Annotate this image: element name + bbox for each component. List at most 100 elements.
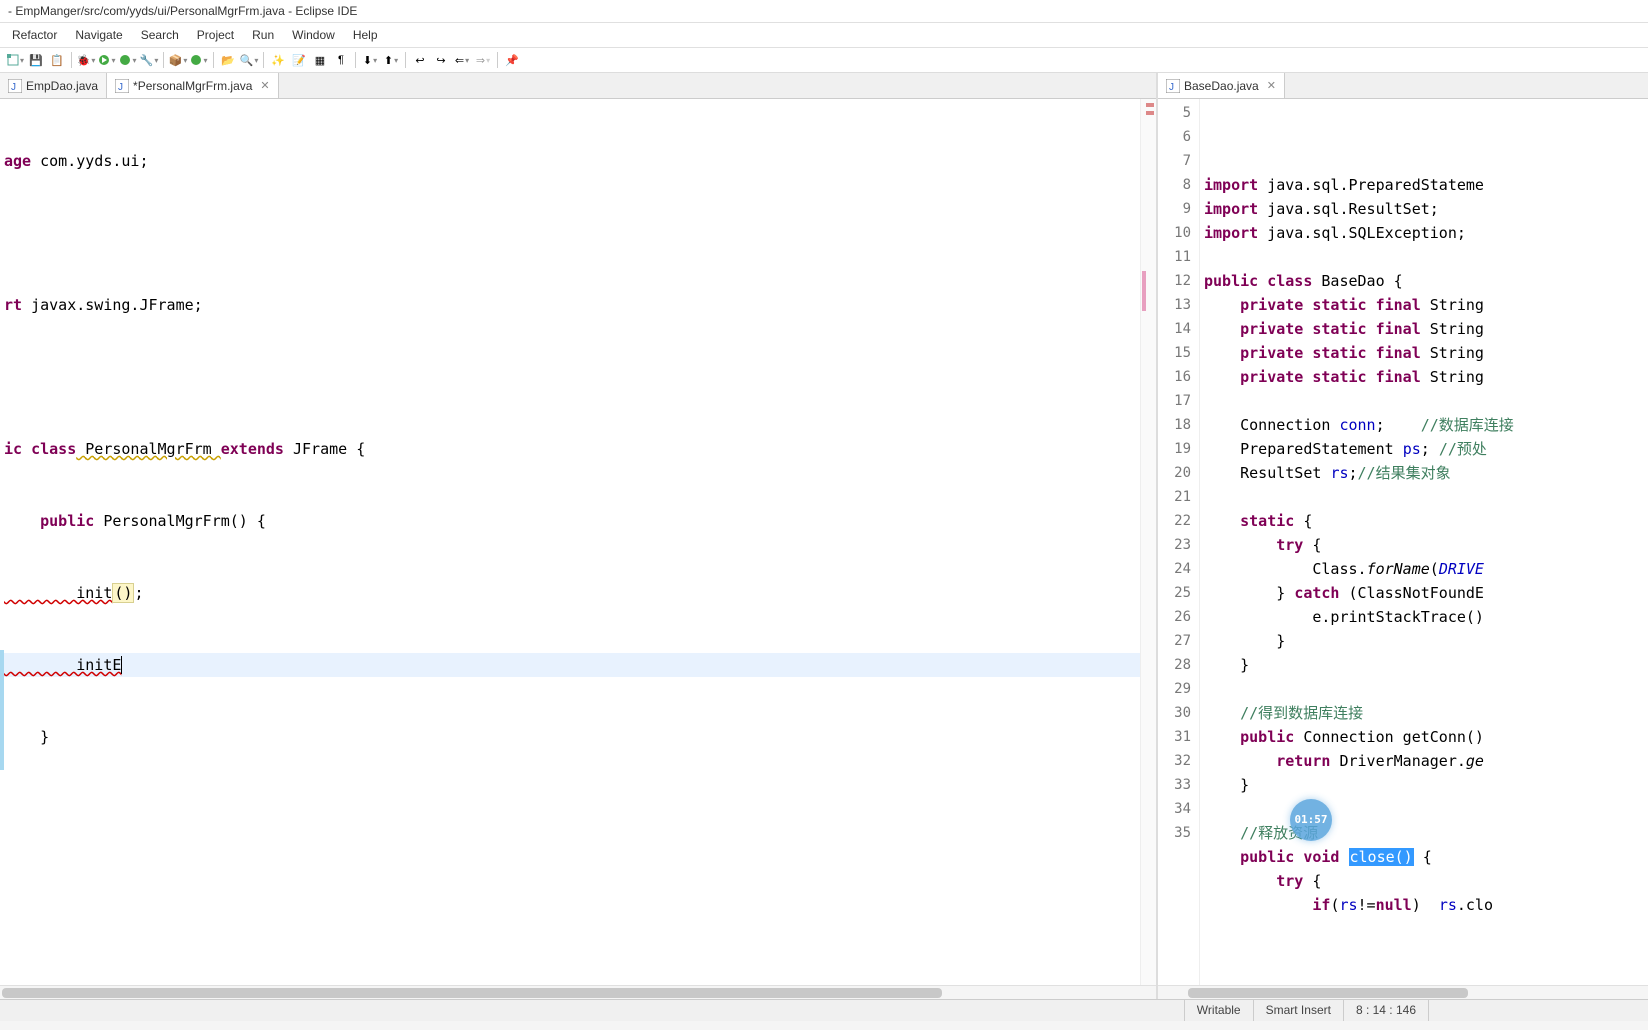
- scrollbar-thumb[interactable]: [1188, 988, 1468, 998]
- line-number[interactable]: 28: [1158, 653, 1191, 677]
- line-number[interactable]: 7: [1158, 149, 1191, 173]
- right-gutter[interactable]: 5678910111213141516171819202122232425262…: [1158, 99, 1200, 985]
- search-button[interactable]: 🔍: [240, 51, 258, 69]
- tab-personalmgrfrm[interactable]: J *PersonalMgrFrm.java ✕: [107, 73, 279, 98]
- run-last-button[interactable]: 🔧: [140, 51, 158, 69]
- line-number[interactable]: 29: [1158, 677, 1191, 701]
- svg-text:J: J: [118, 82, 123, 93]
- line-number[interactable]: 35: [1158, 821, 1191, 845]
- menu-navigate[interactable]: Navigate: [67, 25, 130, 45]
- annotation-next-button[interactable]: ⬇: [361, 51, 379, 69]
- svg-text:J: J: [11, 82, 16, 93]
- error-marker[interactable]: [1146, 111, 1154, 115]
- code-token: [1367, 296, 1376, 314]
- line-number[interactable]: 15: [1158, 341, 1191, 365]
- line-number[interactable]: 8: [1158, 173, 1191, 197]
- line-number[interactable]: 33: [1158, 773, 1191, 797]
- menu-search[interactable]: Search: [133, 25, 187, 45]
- line-number[interactable]: 20: [1158, 461, 1191, 485]
- line-number[interactable]: 23: [1158, 533, 1191, 557]
- line-number[interactable]: 12: [1158, 269, 1191, 293]
- new-package-button[interactable]: 📦: [169, 51, 187, 69]
- line-number[interactable]: 22: [1158, 509, 1191, 533]
- line-number[interactable]: 26: [1158, 605, 1191, 629]
- close-icon[interactable]: ✕: [1267, 79, 1276, 92]
- line-number[interactable]: 31: [1158, 725, 1191, 749]
- code-token: [1204, 344, 1240, 362]
- annotation-prev-button[interactable]: ⬆: [382, 51, 400, 69]
- new-button[interactable]: [6, 51, 24, 69]
- forward-button[interactable]: ⇒: [474, 51, 492, 69]
- scrollbar-thumb[interactable]: [2, 988, 942, 998]
- error-marker[interactable]: [1146, 103, 1154, 107]
- left-h-scrollbar[interactable]: [0, 985, 1156, 999]
- line-number[interactable]: 5: [1158, 101, 1191, 125]
- code-token: static: [1312, 368, 1366, 386]
- line-number[interactable]: 30: [1158, 701, 1191, 725]
- code-token: //数据库连接: [1421, 416, 1514, 434]
- line-number[interactable]: 13: [1158, 293, 1191, 317]
- code-text: rt: [4, 296, 22, 314]
- back-button[interactable]: ⇐: [453, 51, 471, 69]
- code-token: String: [1421, 368, 1484, 386]
- code-token: {: [1303, 536, 1321, 554]
- code-line: Class.forName(DRIVE: [1200, 557, 1648, 581]
- line-number[interactable]: 32: [1158, 749, 1191, 773]
- code-token: [1258, 272, 1267, 290]
- code-token: [1204, 752, 1276, 770]
- line-number[interactable]: 11: [1158, 245, 1191, 269]
- line-number[interactable]: 6: [1158, 125, 1191, 149]
- line-number[interactable]: 9: [1158, 197, 1191, 221]
- status-insert-mode[interactable]: Smart Insert: [1253, 1000, 1343, 1021]
- code-token: close(): [1349, 848, 1414, 866]
- menu-run[interactable]: Run: [244, 25, 282, 45]
- open-type-button[interactable]: 📂: [219, 51, 237, 69]
- line-number[interactable]: 24: [1158, 557, 1191, 581]
- left-overview-ruler[interactable]: [1140, 99, 1156, 985]
- code-text: initE: [4, 656, 121, 674]
- pin-button[interactable]: 📌: [503, 51, 521, 69]
- new-class-button[interactable]: [190, 51, 208, 69]
- save-button[interactable]: 💾: [27, 51, 45, 69]
- line-number[interactable]: 10: [1158, 221, 1191, 245]
- run-button[interactable]: [98, 51, 116, 69]
- code-token: private: [1240, 344, 1303, 362]
- right-h-scrollbar[interactable]: [1158, 985, 1648, 999]
- toolbar-separator: [263, 52, 264, 68]
- coverage-button[interactable]: [119, 51, 137, 69]
- tab-basedao[interactable]: J BaseDao.java ✕: [1158, 73, 1285, 98]
- save-all-button[interactable]: 📋: [48, 51, 66, 69]
- line-number[interactable]: 25: [1158, 581, 1191, 605]
- menu-window[interactable]: Window: [284, 25, 343, 45]
- status-writable[interactable]: Writable: [1184, 1000, 1253, 1021]
- line-number[interactable]: 21: [1158, 485, 1191, 509]
- line-number[interactable]: 14: [1158, 317, 1191, 341]
- menu-refactor[interactable]: Refactor: [4, 25, 65, 45]
- line-number[interactable]: 18: [1158, 413, 1191, 437]
- show-whitespace-button[interactable]: ¶: [332, 51, 350, 69]
- code-token: [1204, 824, 1240, 842]
- line-number[interactable]: 17: [1158, 389, 1191, 413]
- right-editor-pane: J BaseDao.java ✕ 56789101112131415161718…: [1158, 73, 1648, 999]
- line-number[interactable]: 27: [1158, 629, 1191, 653]
- menu-project[interactable]: Project: [189, 25, 242, 45]
- menu-help[interactable]: Help: [345, 25, 386, 45]
- toggle-comment-button[interactable]: 📝: [290, 51, 308, 69]
- wand-button[interactable]: ✨: [269, 51, 287, 69]
- block-select-button[interactable]: ▦: [311, 51, 329, 69]
- line-number[interactable]: 16: [1158, 365, 1191, 389]
- line-number[interactable]: 19: [1158, 437, 1191, 461]
- right-code-area[interactable]: 01:57 import java.sql.PreparedStatemeimp…: [1200, 99, 1648, 985]
- debug-button[interactable]: 🐞: [77, 51, 95, 69]
- code-token: conn: [1339, 416, 1375, 434]
- close-icon[interactable]: ✕: [260, 79, 269, 92]
- code-line: PreparedStatement ps; //预处: [1200, 437, 1648, 461]
- back-sub-button[interactable]: ↪: [432, 51, 450, 69]
- line-number[interactable]: 34: [1158, 797, 1191, 821]
- code-token: private: [1240, 320, 1303, 338]
- status-bar: Writable Smart Insert 8 : 14 : 146: [0, 999, 1648, 1021]
- last-edit-button[interactable]: ↩: [411, 51, 429, 69]
- code-token: if: [1312, 896, 1330, 914]
- left-code-area[interactable]: age com.yyds.ui; rt javax.swing.JFrame; …: [0, 99, 1140, 985]
- tab-empdao[interactable]: J EmpDao.java: [0, 73, 107, 98]
